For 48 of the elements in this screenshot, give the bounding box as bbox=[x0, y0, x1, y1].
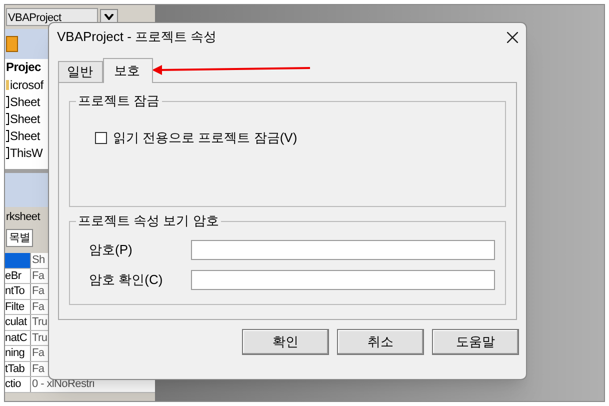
properties-object: rksheet bbox=[6, 210, 40, 225]
property-value[interactable]: Fa bbox=[31, 284, 44, 298]
dialog-button[interactable]: 도움말 bbox=[432, 329, 519, 355]
document-icon bbox=[6, 130, 9, 142]
document-icon bbox=[6, 146, 9, 158]
caret-icon bbox=[104, 14, 114, 20]
window-title: VBAProject - 프로젝트 속성 bbox=[57, 28, 217, 46]
field-label: 암호(P) bbox=[89, 241, 134, 260]
tree-item[interactable]: Sheet bbox=[10, 128, 40, 144]
property-value[interactable]: Tru bbox=[31, 315, 48, 330]
project-title: Projec bbox=[6, 59, 41, 76]
close-icon[interactable] bbox=[507, 32, 518, 42]
property-value[interactable]: Fa bbox=[31, 362, 44, 376]
tab[interactable]: 보호 bbox=[103, 58, 153, 83]
group-title: 프로젝트 속성 보기 암호 bbox=[76, 212, 221, 230]
group-title: 프로젝트 잠금 bbox=[76, 92, 162, 110]
document-icon bbox=[6, 112, 9, 124]
property-value[interactable]: Fa bbox=[31, 268, 44, 283]
property-value[interactable]: Fa bbox=[31, 346, 44, 360]
property-name[interactable]: Filte bbox=[5, 300, 31, 314]
property-name[interactable]: ntTo bbox=[5, 284, 31, 298]
dialog-button[interactable]: 취소 bbox=[337, 329, 424, 355]
field-label: 암호 확인(C) bbox=[89, 271, 164, 290]
tab[interactable]: 일반 bbox=[58, 61, 103, 82]
checkbox-label: 읽기 전용으로 프로젝트 잠금(V) bbox=[113, 129, 298, 147]
property-name[interactable]: culat bbox=[5, 315, 31, 330]
property-value[interactable]: 0 - xlNoRestri bbox=[31, 377, 94, 392]
tree-item[interactable]: Sheet bbox=[10, 110, 40, 126]
property-value[interactable]: Sh bbox=[31, 253, 45, 268]
dialog-button[interactable]: 확인 bbox=[242, 329, 329, 355]
property-name[interactable]: tTab bbox=[5, 362, 31, 376]
checkbox[interactable] bbox=[95, 132, 107, 144]
property-name[interactable]: natC bbox=[5, 330, 31, 345]
property-name[interactable]: ctio bbox=[5, 377, 31, 392]
password-field[interactable] bbox=[191, 240, 495, 260]
toolbar-icon[interactable] bbox=[6, 36, 18, 52]
property-value[interactable]: Fa bbox=[31, 300, 44, 314]
folder-icon bbox=[6, 80, 9, 90]
properties-tab[interactable]: 목별 bbox=[6, 229, 34, 247]
tree-item[interactable]: icrosof bbox=[10, 76, 44, 92]
tree-item[interactable]: Sheet bbox=[10, 94, 40, 110]
property-name[interactable]: eBr bbox=[5, 268, 31, 283]
password-field[interactable] bbox=[191, 270, 495, 290]
property-name[interactable] bbox=[5, 253, 31, 268]
property-value[interactable]: Tru bbox=[31, 330, 48, 345]
document-icon bbox=[6, 96, 9, 108]
tree-item[interactable]: ThisW bbox=[10, 144, 42, 160]
property-name[interactable]: ning bbox=[5, 346, 31, 360]
